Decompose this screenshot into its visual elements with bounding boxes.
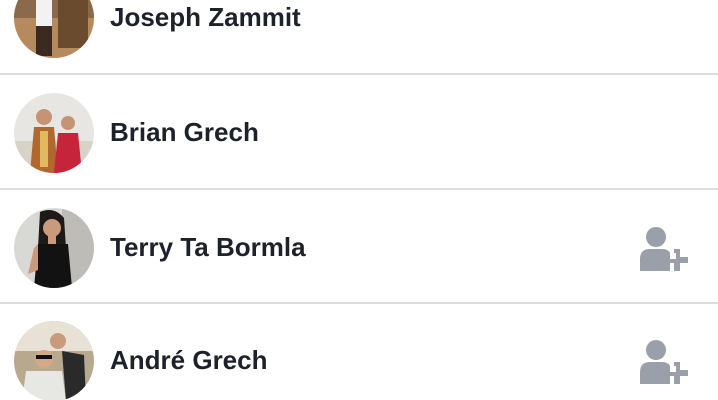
list-item[interactable]: Terry Ta Bormla <box>0 190 718 304</box>
list-item[interactable]: Brian Grech <box>0 75 718 189</box>
add-friend-icon <box>640 227 688 271</box>
avatar[interactable] <box>14 321 94 400</box>
avatar[interactable] <box>14 208 94 288</box>
list-item[interactable]: Joseph Zammit <box>0 0 718 74</box>
add-friend-button[interactable] <box>636 225 692 275</box>
avatar[interactable] <box>14 0 94 58</box>
friend-name[interactable]: Brian Grech <box>110 115 259 149</box>
friend-name[interactable]: André Grech <box>110 343 268 377</box>
add-friend-button[interactable] <box>636 338 692 388</box>
friend-list: Joseph Zammit Brian Grech Terry Ta Borml… <box>0 0 718 400</box>
friend-name[interactable]: Joseph Zammit <box>110 0 301 34</box>
list-item[interactable]: André Grech <box>0 303 718 400</box>
friend-name[interactable]: Terry Ta Bormla <box>110 230 306 264</box>
avatar[interactable] <box>14 93 94 173</box>
add-friend-icon <box>640 340 688 384</box>
